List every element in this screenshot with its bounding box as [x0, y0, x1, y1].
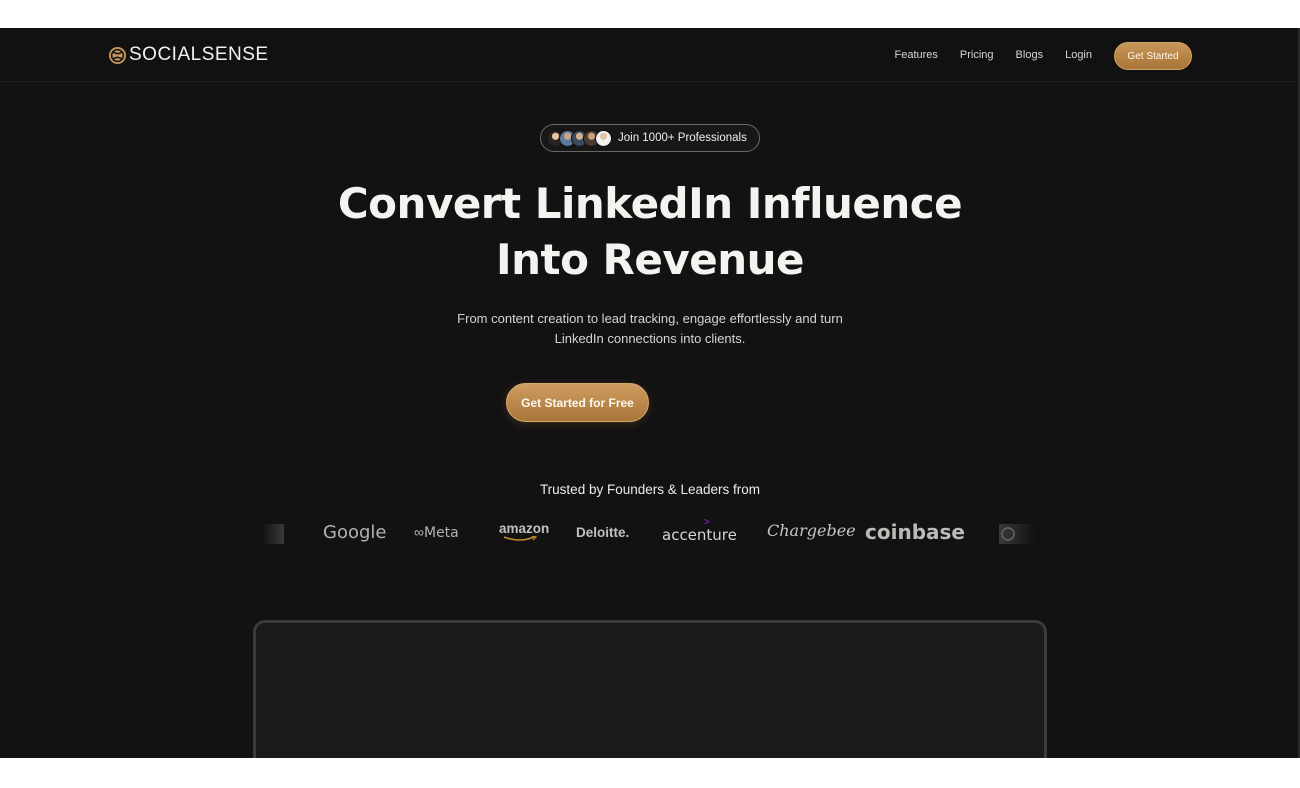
- nav-link-blogs[interactable]: Blogs: [1016, 49, 1044, 61]
- brand-logo[interactable]: SOCIALSENSE: [108, 44, 269, 65]
- logo-accenture-group: > accenture: [662, 517, 737, 544]
- subhead-line-1: From content creation to lead tracking, …: [457, 311, 843, 326]
- badge-text: Join 1000+ Professionals: [618, 132, 747, 144]
- meta-infinity-icon: ∞: [414, 524, 424, 540]
- logo-meta: Meta: [423, 525, 459, 541]
- logo-fade-left: [262, 524, 284, 544]
- logo-accenture: accenture: [662, 526, 737, 544]
- trusted-heading: Trusted by Founders & Leaders from: [539, 482, 761, 497]
- logo-deloitte: Deloitte.: [576, 525, 630, 540]
- nav-link-pricing[interactable]: Pricing: [960, 49, 994, 61]
- logo-meta-group: ∞Meta: [414, 524, 459, 542]
- nav-link-login[interactable]: Login: [1065, 49, 1092, 61]
- nav-links: Features Pricing Blogs Login: [873, 49, 1093, 61]
- nav-link-features[interactable]: Features: [895, 49, 938, 61]
- brand-mark-icon: [108, 46, 127, 64]
- hero-headline: Convert LinkedIn Influence Into Revenue: [0, 176, 1300, 288]
- logo-marquee: Google ∞Meta amazon Deloitte. > accentur…: [256, 517, 1040, 554]
- page-viewport: SOCIALSENSE Features Pricing Blogs Login…: [0, 28, 1300, 758]
- product-preview-frame: [253, 620, 1047, 758]
- social-proof-badge: Join 1000+ Professionals: [540, 124, 760, 152]
- amazon-smile-icon: [503, 536, 537, 541]
- get-started-free-button[interactable]: Get Started for Free: [506, 383, 649, 422]
- hero-subheading: From content creation to lead tracking, …: [0, 309, 1300, 349]
- brand-name: SOCIALSENSE: [129, 44, 269, 65]
- headline-line-1: Convert LinkedIn Influence: [337, 179, 963, 228]
- logo-chargebee: Chargebee: [767, 521, 856, 540]
- headline-line-2: Into Revenue: [495, 235, 805, 284]
- avatar: [595, 129, 612, 147]
- avatar-stack: [547, 129, 612, 147]
- get-started-button[interactable]: Get Started: [1114, 42, 1192, 70]
- top-navigation: SOCIALSENSE Features Pricing Blogs Login…: [0, 28, 1298, 82]
- subhead-line-2: LinkedIn connections into clients.: [554, 331, 746, 346]
- partial-logo-icon: [1001, 527, 1015, 541]
- logo-amazon-group: amazon: [499, 520, 550, 541]
- logo-amazon: amazon: [499, 521, 550, 536]
- logo-google: Google: [323, 522, 387, 543]
- logo-fade-right: [999, 524, 1035, 544]
- logo-coinbase: coinbase: [865, 520, 965, 544]
